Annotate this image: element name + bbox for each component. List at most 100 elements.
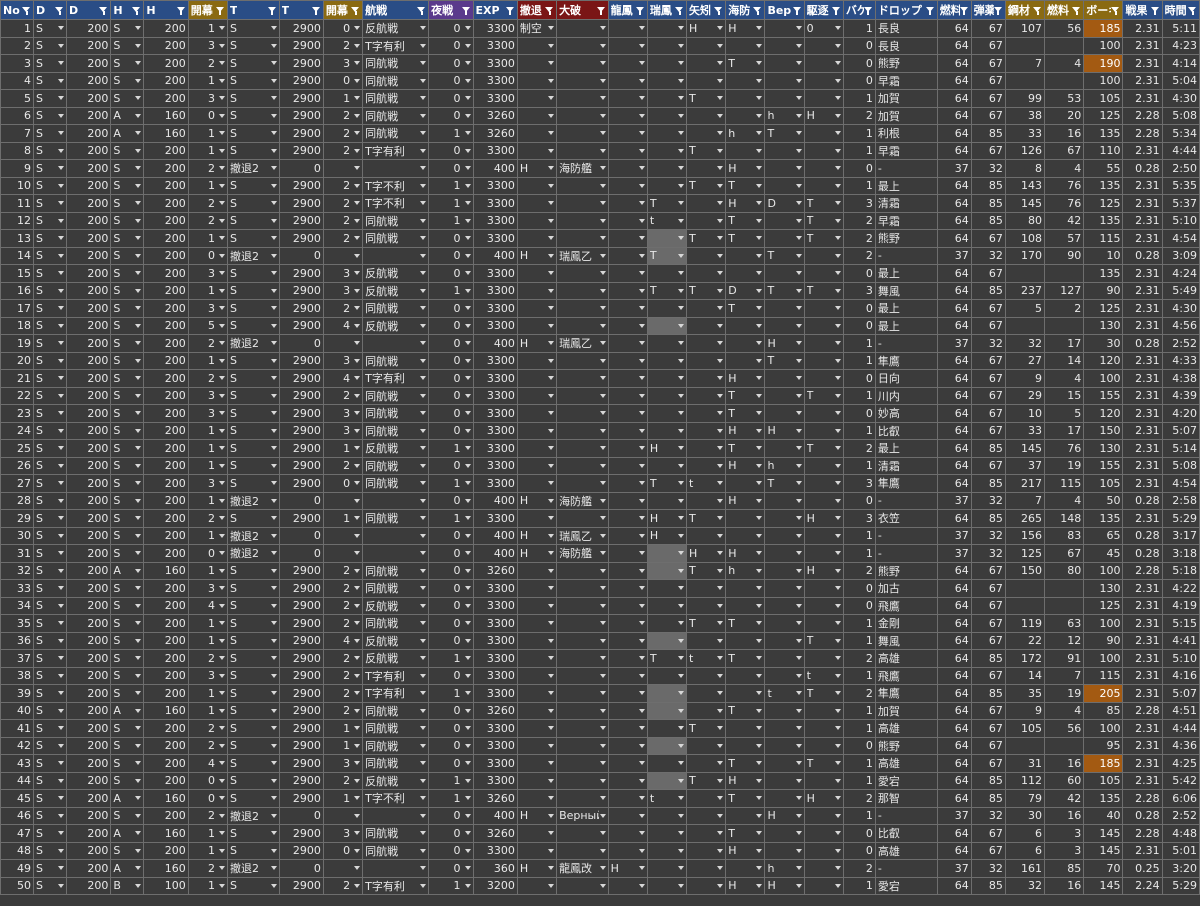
dropdown-arrow-icon[interactable] [548, 778, 555, 783]
cell-dropdown[interactable]: 4 [326, 318, 361, 334]
table-cell[interactable]: 0 [428, 859, 474, 878]
table-cell[interactable]: 64 [936, 106, 972, 125]
dropdown-arrow-icon[interactable] [548, 288, 555, 293]
dropdown-arrow-icon[interactable] [638, 358, 645, 363]
dropdown-arrow-icon[interactable] [717, 446, 724, 451]
table-cell[interactable]: 2900 [278, 351, 324, 370]
cell-dropdown[interactable] [767, 545, 802, 561]
cell-dropdown[interactable]: 0 [431, 90, 471, 106]
dropdown-arrow-icon[interactable] [354, 516, 361, 521]
table-cell[interactable] [803, 141, 844, 160]
cell-dropdown[interactable] [559, 685, 606, 701]
table-cell[interactable]: S [110, 719, 145, 738]
cell-dropdown[interactable]: S [230, 825, 277, 841]
table-cell[interactable]: 1 [428, 509, 474, 528]
table-cell[interactable]: 85 [970, 439, 1006, 458]
table-cell[interactable]: 200 [66, 71, 112, 90]
table-cell[interactable] [803, 421, 844, 440]
table-cell[interactable]: 同航戦 [362, 456, 430, 475]
table-cell[interactable]: 3300 [472, 421, 518, 440]
column-header[interactable]: D [66, 0, 112, 20]
table-cell[interactable]: S [33, 701, 68, 720]
cell-dropdown[interactable] [807, 318, 841, 334]
cell-dropdown[interactable] [650, 808, 685, 824]
table-cell[interactable]: 7 [1044, 666, 1085, 685]
table-cell[interactable]: 0.28 [1122, 334, 1163, 353]
dropdown-arrow-icon[interactable] [270, 113, 277, 118]
cell-dropdown[interactable]: 0 [431, 265, 471, 281]
table-cell[interactable]: S [110, 544, 145, 563]
dropdown-arrow-icon[interactable] [756, 533, 763, 538]
table-cell[interactable]: 2900 [278, 176, 324, 195]
dropdown-arrow-icon[interactable] [218, 411, 225, 416]
table-cell[interactable]: 67 [1044, 544, 1085, 563]
table-cell[interactable]: 2.31 [1122, 386, 1163, 405]
dropdown-arrow-icon[interactable] [678, 323, 685, 328]
table-cell[interactable]: 64 [936, 369, 972, 388]
table-cell[interactable]: 67 [970, 561, 1006, 580]
dropdown-arrow-icon[interactable] [756, 166, 763, 171]
cell-dropdown[interactable]: 3 [191, 668, 225, 684]
table-cell[interactable] [607, 666, 648, 685]
table-cell[interactable]: S [226, 176, 280, 195]
table-cell[interactable]: 2900 [278, 474, 324, 493]
cell-dropdown[interactable]: 撤退2 [230, 860, 277, 876]
cell-dropdown[interactable]: S [36, 335, 65, 351]
dropdown-arrow-icon[interactable] [135, 498, 142, 503]
table-cell[interactable]: S [33, 124, 68, 143]
dropdown-arrow-icon[interactable] [270, 428, 277, 433]
dropdown-arrow-icon[interactable] [354, 148, 361, 153]
table-cell[interactable]: 0.25 [1122, 859, 1163, 878]
filter-icon[interactable] [993, 6, 1003, 15]
table-cell[interactable] [556, 19, 609, 38]
cell-dropdown[interactable] [767, 720, 802, 736]
dropdown-arrow-icon[interactable] [270, 761, 277, 766]
table-cell[interactable]: 1 [187, 281, 228, 300]
dropdown-arrow-icon[interactable] [638, 393, 645, 398]
cell-dropdown[interactable] [728, 475, 763, 491]
table-cell[interactable]: 2.31 [1122, 19, 1163, 38]
table-cell[interactable]: 3300 [472, 719, 518, 738]
dropdown-arrow-icon[interactable] [717, 813, 724, 818]
table-cell[interactable] [362, 491, 430, 510]
dropdown-arrow-icon[interactable] [58, 813, 65, 818]
table-cell[interactable] [803, 596, 844, 615]
table-cell[interactable]: 4:16 [1161, 666, 1200, 685]
table-cell[interactable] [607, 474, 648, 493]
cell-dropdown[interactable]: S [230, 878, 277, 894]
table-cell[interactable]: 4 [322, 316, 364, 335]
table-cell[interactable]: 0 [428, 264, 474, 283]
cell-dropdown[interactable] [728, 143, 763, 159]
dropdown-arrow-icon[interactable] [717, 236, 724, 241]
dropdown-arrow-icon[interactable] [678, 78, 685, 83]
table-cell[interactable] [556, 631, 609, 650]
column-header[interactable]: 戦果 [1122, 0, 1163, 20]
dropdown-arrow-icon[interactable] [678, 568, 685, 573]
cell-dropdown[interactable]: T [728, 230, 763, 246]
cell-dropdown[interactable] [611, 90, 645, 106]
table-cell[interactable]: 同航戦 [362, 106, 430, 125]
cell-dropdown[interactable]: 2 [326, 668, 361, 684]
dropdown-arrow-icon[interactable] [678, 411, 685, 416]
table-cell[interactable] [764, 264, 805, 283]
table-cell[interactable]: 4:36 [1161, 736, 1200, 755]
table-cell[interactable] [556, 229, 609, 248]
table-cell[interactable]: 3 [187, 404, 228, 423]
table-cell[interactable]: 0 [428, 229, 474, 248]
table-cell[interactable] [803, 176, 844, 195]
table-cell[interactable]: 4:38 [1161, 369, 1200, 388]
dropdown-arrow-icon[interactable] [354, 463, 361, 468]
table-cell[interactable]: 1 [842, 544, 876, 563]
cell-dropdown[interactable] [611, 633, 645, 649]
dropdown-arrow-icon[interactable] [599, 778, 606, 783]
table-cell[interactable]: 0 [428, 579, 474, 598]
table-cell[interactable]: 64 [936, 71, 972, 90]
table-cell[interactable]: T字有利 [362, 141, 430, 160]
table-cell[interactable]: 400 [472, 334, 518, 353]
table-cell[interactable]: 200 [143, 264, 189, 283]
cell-dropdown[interactable]: 2 [326, 108, 361, 124]
dropdown-arrow-icon[interactable] [464, 603, 471, 608]
cell-dropdown[interactable]: S [113, 160, 142, 176]
dropdown-arrow-icon[interactable] [599, 61, 606, 66]
dropdown-arrow-icon[interactable] [464, 831, 471, 836]
